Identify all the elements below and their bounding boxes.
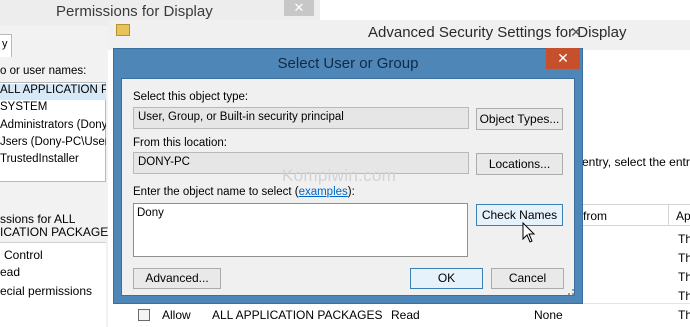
folder-icon bbox=[116, 24, 130, 36]
permissions-close-button[interactable]: ✕ bbox=[284, 0, 314, 16]
dialog-close-button[interactable]: ✕ bbox=[546, 48, 580, 69]
entry-applies: Th bbox=[678, 308, 690, 322]
object-name-input[interactable]: Dony bbox=[133, 203, 468, 257]
object-types-button[interactable]: Object Types... bbox=[476, 108, 563, 130]
entry-principal: ALL APPLICATION PACKAGES bbox=[212, 308, 383, 322]
ok-button[interactable]: OK bbox=[410, 268, 483, 289]
mouse-cursor-icon bbox=[522, 222, 536, 243]
permission-row: Control bbox=[4, 248, 43, 262]
tab-security[interactable]: y bbox=[0, 34, 12, 57]
applies-to-cell: Th bbox=[678, 270, 690, 284]
user-icon bbox=[138, 309, 150, 321]
list-item[interactable]: ALL APPLICATION PA bbox=[0, 84, 106, 100]
list-item[interactable]: Jsers (Dony-PC\Users) bbox=[0, 136, 106, 152]
permissions-for-label-line1: ssions for ALL bbox=[0, 212, 76, 226]
object-name-label-prefix: Enter the object name to select ( bbox=[133, 186, 299, 198]
entry-type: Allow bbox=[162, 308, 191, 322]
advanced-close-button[interactable]: ✕ bbox=[562, 20, 590, 44]
entry-access: Read bbox=[391, 308, 420, 322]
object-type-field: User, Group, or Built-in security princi… bbox=[133, 107, 469, 129]
principal-list[interactable]: ALL APPLICATION PA SYSTEM Administrators… bbox=[0, 82, 106, 182]
check-names-button[interactable]: Check Names bbox=[476, 204, 563, 226]
locations-button[interactable]: Locations... bbox=[476, 153, 563, 175]
object-name-label: Enter the object name to select (example… bbox=[133, 186, 355, 198]
list-item[interactable]: Administrators (Dony-PC bbox=[0, 119, 106, 135]
group-names-label: o or user names: bbox=[0, 65, 87, 77]
list-item[interactable]: TrustedInstaller bbox=[0, 153, 106, 169]
location-label: From this location: bbox=[133, 137, 227, 149]
permissions-for-label-line2: ICATION PACKAGES bbox=[0, 225, 117, 239]
object-type-label: Select this object type: bbox=[133, 91, 249, 103]
dialog-title: Select User or Group bbox=[277, 55, 419, 72]
column-applies-to[interactable]: Ap bbox=[676, 209, 690, 223]
permission-row: ead bbox=[0, 265, 21, 279]
applies-to-cell: Th bbox=[678, 232, 690, 246]
applies-to-cell: Th bbox=[678, 289, 690, 303]
applies-to-cell: Th bbox=[678, 251, 690, 265]
advanced-hint-text: entry, select the entr bbox=[582, 155, 690, 169]
entry-inherited: None bbox=[534, 308, 563, 322]
examples-link[interactable]: examples bbox=[299, 186, 348, 198]
permission-row: ecial permissions bbox=[0, 284, 93, 298]
advanced-button[interactable]: Advanced... bbox=[133, 268, 221, 289]
cancel-button[interactable]: Cancel bbox=[491, 268, 564, 289]
permission-entries-header: from Ap bbox=[580, 204, 690, 226]
permissions-window-title: Permissions for Display bbox=[56, 3, 213, 20]
resize-grip-icon[interactable] bbox=[568, 289, 574, 295]
list-item[interactable]: SYSTEM bbox=[0, 101, 106, 117]
watermark: Kompiwin.com bbox=[282, 166, 397, 185]
column-inherited-from[interactable]: from bbox=[583, 209, 607, 223]
object-name-label-suffix: ): bbox=[347, 186, 355, 198]
